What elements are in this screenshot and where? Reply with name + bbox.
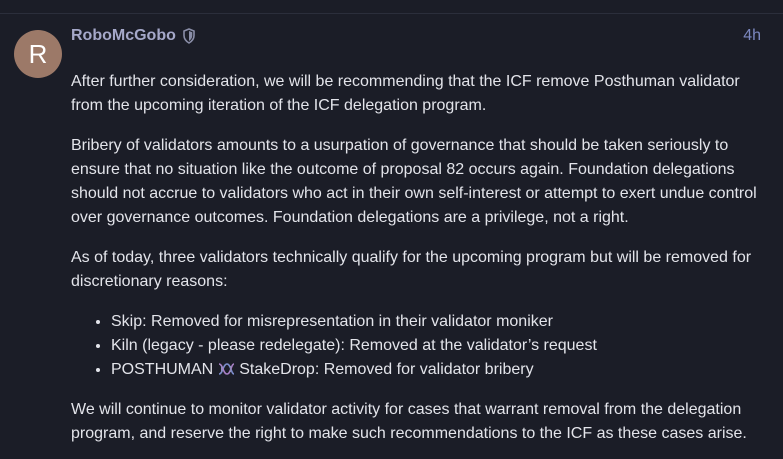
- top-divider: [0, 13, 783, 14]
- post-date[interactable]: 4h: [743, 27, 761, 45]
- avatar[interactable]: R: [14, 30, 62, 78]
- shield-icon: [183, 28, 195, 44]
- list-item: POSTHUMAN StakeDrop: Removed for validat…: [111, 358, 771, 382]
- paragraph-1: After further consideration, we will be …: [71, 73, 740, 114]
- avatar-letter: R: [28, 39, 48, 69]
- list-item-prefix: POSTHUMAN: [111, 361, 214, 378]
- paragraph-2: Bribery of validators amounts to a usurp…: [71, 137, 757, 226]
- dna-icon: [218, 363, 235, 375]
- username[interactable]: RoboMcGobo: [71, 27, 176, 45]
- post-body: After further consideration, we will be …: [71, 70, 771, 459]
- paragraph-3: As of today, three validators technicall…: [71, 249, 752, 290]
- validator-list: Skip: Removed for misrepresentation in t…: [71, 310, 771, 382]
- list-item-suffix: StakeDrop: Removed for validator bribery: [239, 361, 534, 378]
- post-header: RoboMcGobo 4h: [71, 27, 761, 47]
- list-item: Skip: Removed for misrepresentation in t…: [111, 310, 771, 334]
- list-item: Kiln (legacy - please redelegate): Remov…: [111, 334, 771, 358]
- closing-paragraph: We will continue to monitor validator ac…: [71, 401, 747, 442]
